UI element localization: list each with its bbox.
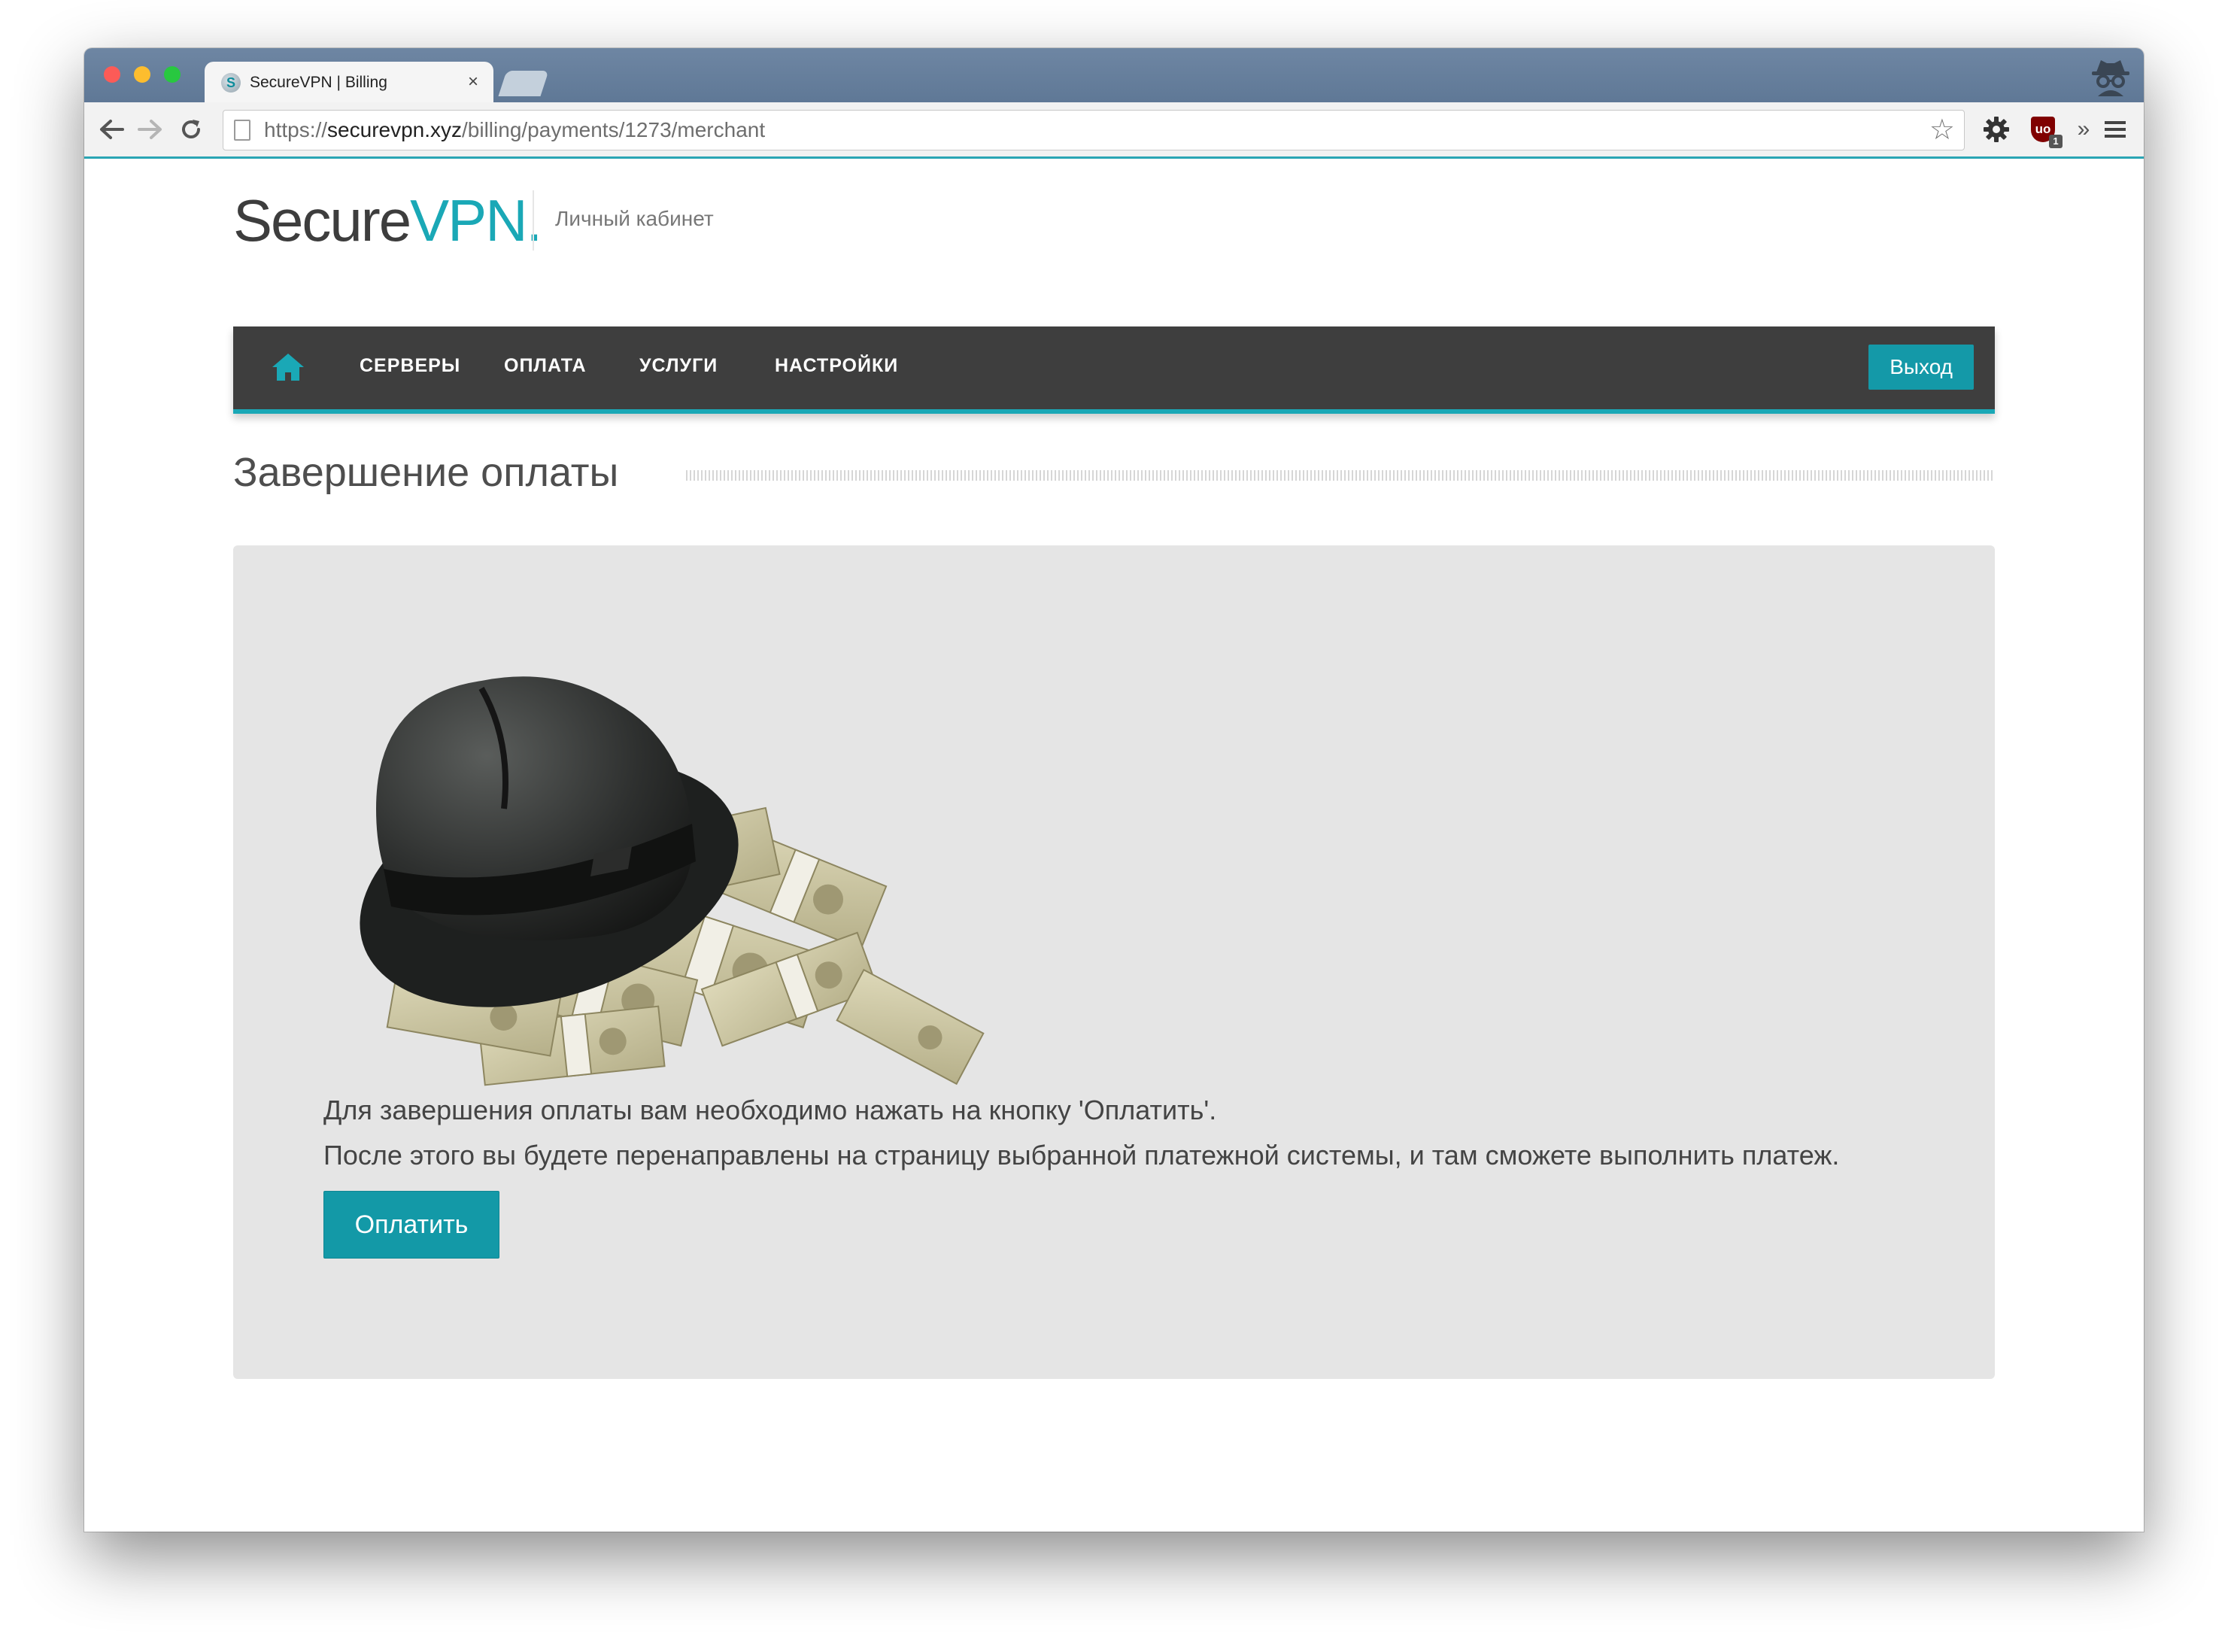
tab-close-icon[interactable]: × [468,72,478,92]
ublock-extension-icon[interactable]: uo 1 [2026,113,2063,148]
address-bar[interactable]: https://securevpn.xyz/billing/payments/1… [223,110,1965,150]
site-favicon-icon: S [221,73,241,93]
page-icon [234,120,250,141]
reload-icon[interactable] [176,114,206,144]
browser-window: S SecureVPN | Billing × https://securevp… [84,48,2144,1532]
extension-badge: 1 [2049,135,2063,148]
hat-and-money-image [360,676,985,1086]
payment-panel: Для завершения оплаты вам необходимо наж… [233,545,1995,1379]
logo-divider [533,190,534,251]
tab-title: SecureVPN | Billing [250,74,387,91]
incognito-icon [2088,54,2133,98]
page-title: Завершение оплаты [233,450,619,495]
nav-item-services[interactable]: УСЛУГИ [639,355,718,377]
gear-icon[interactable] [1980,113,2013,146]
site-subtitle: Личный кабинет [555,207,714,230]
star-icon[interactable]: ☆ [1929,115,1955,145]
pay-button[interactable]: Оплатить [323,1191,499,1259]
page-content: SecureVPN. Личный кабинет СЕРВЕРЫ ОПЛАТА… [84,159,2144,1532]
nav-item-payment[interactable]: ОПЛАТА [504,355,587,377]
zoom-window-button[interactable] [164,66,181,83]
minimize-window-button[interactable] [134,66,150,83]
home-icon[interactable] [271,352,305,382]
arrow-right-icon[interactable] [135,114,165,144]
url-text: https://securevpn.xyz/billing/payments/1… [264,118,766,141]
browser-tab[interactable]: S SecureVPN | Billing × [205,62,493,104]
title-decoration [686,470,1995,481]
payment-instruction-line1: Для завершения оплаты вам необходимо наж… [323,1095,1217,1125]
new-tab-button[interactable] [498,71,549,96]
close-window-button[interactable] [104,66,120,83]
tab-strip: S SecureVPN | Billing × [84,48,2144,104]
nav-item-servers[interactable]: СЕРВЕРЫ [360,355,460,377]
more-extensions-chevron-icon[interactable]: » [2067,113,2100,146]
site-logo[interactable]: SecureVPN. [233,183,542,258]
arrow-left-icon[interactable] [96,114,126,144]
payment-instruction-line2: После этого вы будете перенаправлены на … [323,1140,1840,1171]
browser-toolbar: https://securevpn.xyz/billing/payments/1… [84,102,2144,159]
main-navbar: СЕРВЕРЫ ОПЛАТА УСЛУГИ НАСТРОЙКИ Выход [233,326,1995,414]
nav-item-settings[interactable]: НАСТРОЙКИ [775,355,898,377]
logout-button[interactable]: Выход [1868,345,1974,390]
hamburger-icon[interactable] [2099,113,2132,146]
